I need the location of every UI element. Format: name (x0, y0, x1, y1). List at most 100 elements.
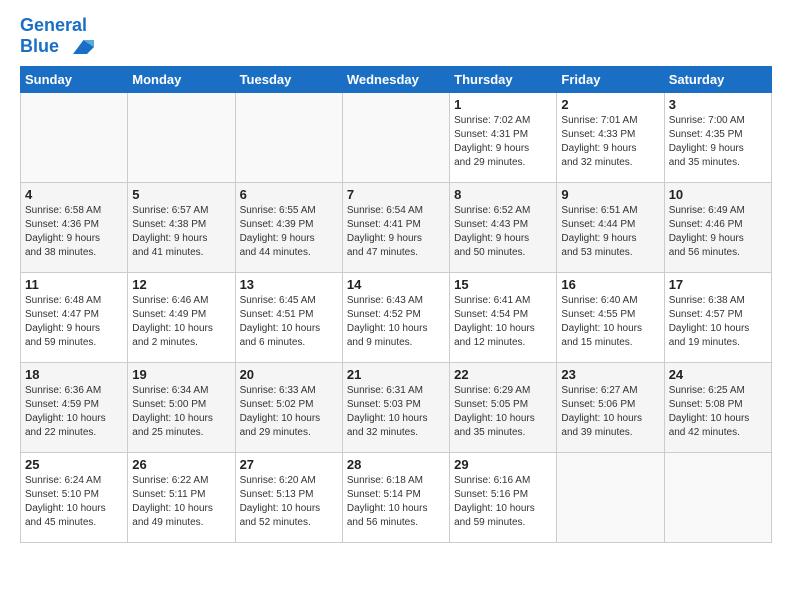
day-info: Sunrise: 7:01 AM (561, 114, 659, 128)
day-number: 19 (132, 367, 230, 382)
calendar-cell: 17Sunrise: 6:38 AMSunset: 4:57 PMDayligh… (664, 272, 771, 362)
week-row-3: 11Sunrise: 6:48 AMSunset: 4:47 PMDayligh… (21, 272, 772, 362)
calendar-cell: 28Sunrise: 6:18 AMSunset: 5:14 PMDayligh… (342, 452, 449, 542)
calendar-cell: 18Sunrise: 6:36 AMSunset: 4:59 PMDayligh… (21, 362, 128, 452)
day-info: Sunset: 5:16 PM (454, 488, 552, 502)
day-number: 27 (240, 457, 338, 472)
calendar-cell: 24Sunrise: 6:25 AMSunset: 5:08 PMDayligh… (664, 362, 771, 452)
day-info: and 9 minutes. (347, 336, 445, 350)
day-info: Sunset: 4:41 PM (347, 218, 445, 232)
day-info: Sunrise: 6:52 AM (454, 204, 552, 218)
calendar-cell: 16Sunrise: 6:40 AMSunset: 4:55 PMDayligh… (557, 272, 664, 362)
day-info: Daylight: 9 hours (132, 232, 230, 246)
calendar-cell (128, 92, 235, 182)
day-info: Sunrise: 7:00 AM (669, 114, 767, 128)
day-number: 4 (25, 187, 123, 202)
day-info: Sunset: 4:59 PM (25, 398, 123, 412)
calendar-cell: 4Sunrise: 6:58 AMSunset: 4:36 PMDaylight… (21, 182, 128, 272)
calendar-cell: 12Sunrise: 6:46 AMSunset: 4:49 PMDayligh… (128, 272, 235, 362)
day-info: Sunrise: 6:29 AM (454, 384, 552, 398)
day-info: Sunrise: 6:36 AM (25, 384, 123, 398)
day-info: and 32 minutes. (347, 426, 445, 440)
calendar-cell: 22Sunrise: 6:29 AMSunset: 5:05 PMDayligh… (450, 362, 557, 452)
calendar-cell: 9Sunrise: 6:51 AMSunset: 4:44 PMDaylight… (557, 182, 664, 272)
day-info: and 12 minutes. (454, 336, 552, 350)
calendar-cell: 8Sunrise: 6:52 AMSunset: 4:43 PMDaylight… (450, 182, 557, 272)
day-info: Sunset: 5:00 PM (132, 398, 230, 412)
calendar-cell: 10Sunrise: 6:49 AMSunset: 4:46 PMDayligh… (664, 182, 771, 272)
calendar-cell: 26Sunrise: 6:22 AMSunset: 5:11 PMDayligh… (128, 452, 235, 542)
weekday-header-saturday: Saturday (664, 66, 771, 92)
weekday-header-row: SundayMondayTuesdayWednesdayThursdayFrid… (21, 66, 772, 92)
day-info: and 59 minutes. (454, 516, 552, 530)
logo: General Blue (20, 16, 94, 58)
day-info: and 47 minutes. (347, 246, 445, 260)
day-info: Sunset: 4:33 PM (561, 128, 659, 142)
day-info: and 50 minutes. (454, 246, 552, 260)
day-info: and 41 minutes. (132, 246, 230, 260)
day-info: Sunrise: 6:31 AM (347, 384, 445, 398)
day-number: 17 (669, 277, 767, 292)
day-info: Sunrise: 6:38 AM (669, 294, 767, 308)
day-info: and 53 minutes. (561, 246, 659, 260)
day-number: 12 (132, 277, 230, 292)
day-info: and 35 minutes. (454, 426, 552, 440)
day-info: Sunrise: 6:48 AM (25, 294, 123, 308)
day-info: Sunrise: 6:18 AM (347, 474, 445, 488)
day-info: Sunrise: 6:58 AM (25, 204, 123, 218)
day-info: and 56 minutes. (347, 516, 445, 530)
day-number: 25 (25, 457, 123, 472)
day-info: Sunset: 4:35 PM (669, 128, 767, 142)
weekday-header-tuesday: Tuesday (235, 66, 342, 92)
day-info: Daylight: 9 hours (25, 232, 123, 246)
day-info: Daylight: 10 hours (25, 412, 123, 426)
weekday-header-monday: Monday (128, 66, 235, 92)
calendar-cell: 3Sunrise: 7:00 AMSunset: 4:35 PMDaylight… (664, 92, 771, 182)
calendar-cell: 19Sunrise: 6:34 AMSunset: 5:00 PMDayligh… (128, 362, 235, 452)
day-info: and 42 minutes. (669, 426, 767, 440)
day-number: 14 (347, 277, 445, 292)
day-info: Sunset: 5:13 PM (240, 488, 338, 502)
day-number: 2 (561, 97, 659, 112)
day-info: Sunrise: 6:25 AM (669, 384, 767, 398)
day-number: 21 (347, 367, 445, 382)
day-info: Sunrise: 6:27 AM (561, 384, 659, 398)
day-info: Sunrise: 6:22 AM (132, 474, 230, 488)
day-info: Daylight: 10 hours (669, 322, 767, 336)
calendar-cell: 29Sunrise: 6:16 AMSunset: 5:16 PMDayligh… (450, 452, 557, 542)
day-number: 11 (25, 277, 123, 292)
day-info: Sunset: 5:05 PM (454, 398, 552, 412)
day-number: 28 (347, 457, 445, 472)
calendar-table: SundayMondayTuesdayWednesdayThursdayFrid… (20, 66, 772, 543)
week-row-1: 1Sunrise: 7:02 AMSunset: 4:31 PMDaylight… (21, 92, 772, 182)
day-info: Sunrise: 6:46 AM (132, 294, 230, 308)
day-info: Daylight: 9 hours (240, 232, 338, 246)
day-info: Sunrise: 6:43 AM (347, 294, 445, 308)
day-number: 8 (454, 187, 552, 202)
day-number: 9 (561, 187, 659, 202)
day-info: Sunset: 4:54 PM (454, 308, 552, 322)
day-info: Daylight: 10 hours (132, 412, 230, 426)
day-info: and 52 minutes. (240, 516, 338, 530)
day-info: Daylight: 9 hours (669, 232, 767, 246)
day-number: 23 (561, 367, 659, 382)
calendar-cell (664, 452, 771, 542)
day-info: Sunset: 5:02 PM (240, 398, 338, 412)
day-info: Daylight: 10 hours (454, 412, 552, 426)
day-number: 10 (669, 187, 767, 202)
day-info: Sunset: 5:14 PM (347, 488, 445, 502)
calendar-cell: 20Sunrise: 6:33 AMSunset: 5:02 PMDayligh… (235, 362, 342, 452)
calendar-cell (342, 92, 449, 182)
day-info: Daylight: 9 hours (347, 232, 445, 246)
day-info: Sunset: 4:46 PM (669, 218, 767, 232)
day-info: Sunrise: 6:45 AM (240, 294, 338, 308)
day-number: 16 (561, 277, 659, 292)
calendar-cell: 7Sunrise: 6:54 AMSunset: 4:41 PMDaylight… (342, 182, 449, 272)
day-info: Daylight: 10 hours (240, 322, 338, 336)
day-number: 5 (132, 187, 230, 202)
day-info: and 38 minutes. (25, 246, 123, 260)
day-info: Daylight: 9 hours (454, 232, 552, 246)
day-info: Sunrise: 6:20 AM (240, 474, 338, 488)
calendar-cell: 14Sunrise: 6:43 AMSunset: 4:52 PMDayligh… (342, 272, 449, 362)
calendar-cell: 25Sunrise: 6:24 AMSunset: 5:10 PMDayligh… (21, 452, 128, 542)
